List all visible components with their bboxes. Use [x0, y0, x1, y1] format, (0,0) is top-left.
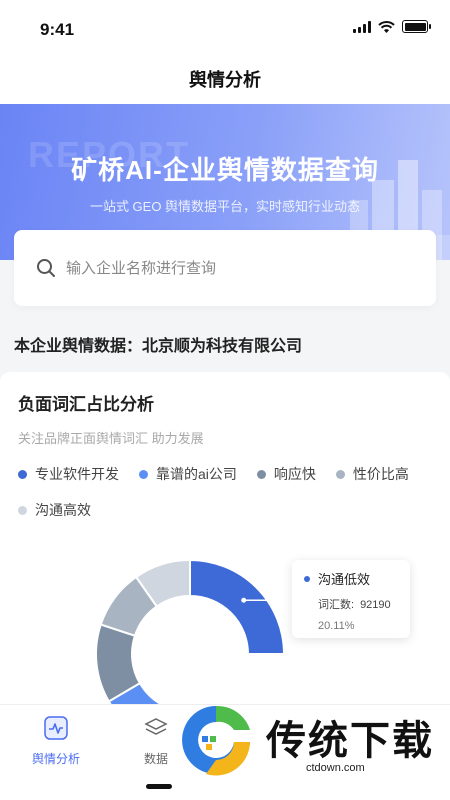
banner-title: 矿桥AI-企业舆情数据查询 [71, 155, 379, 185]
tooltip-series-name: 沟通低效 [318, 572, 371, 587]
watermark-emblem-icon [182, 705, 250, 776]
battery-icon [402, 20, 431, 33]
legend-label: 专业软件开发 [35, 466, 119, 482]
nav-bar: 舆情分析 [0, 56, 450, 104]
search-card[interactable] [14, 230, 436, 306]
legend-item[interactable]: 性价比高 [335, 464, 409, 484]
tooltip-dot [304, 575, 310, 582]
home-indicator [146, 784, 172, 789]
page-title: 舆情分析 [189, 70, 261, 90]
legend-item[interactable]: 靠谱的ai公司 [139, 464, 237, 484]
signal-icon [353, 20, 371, 33]
card-subtitle: 关注品牌正面舆情词汇 助力发展 [18, 431, 204, 446]
pulse-chart-icon [44, 716, 68, 740]
legend-item[interactable]: 响应快 [256, 464, 316, 484]
legend-dot [139, 469, 148, 479]
watermark-url: ctdown.com [306, 762, 365, 774]
tab-sentiment-analysis[interactable]: 舆情分析 [16, 715, 96, 767]
watermark-logo: 传统下载 ctdown.com [176, 700, 446, 784]
legend-label: 靠谱的ai公司 [156, 466, 237, 482]
status-icons [353, 20, 431, 33]
legend-item[interactable]: 专业软件开发 [18, 464, 119, 484]
donut-chart [95, 558, 292, 712]
legend-dot [256, 469, 266, 479]
legend-label: 性价比高 [352, 466, 409, 482]
legend-dot [18, 505, 27, 515]
donut-slice[interactable] [189, 558, 286, 655]
card-title: 负面词汇占比分析 [18, 395, 154, 414]
chart-legend: 专业软件开发 靠谱的ai公司 响应快 性价比高 沟通高效 [18, 464, 438, 520]
tooltip-count-value: 92190 [360, 599, 391, 611]
watermark-brand: 传统下载 [266, 719, 434, 763]
legend-item[interactable]: 沟通高效 [18, 500, 91, 520]
company-title: 本企业舆情数据：北京顺为科技有限公司 [14, 338, 303, 355]
status-bar: 9:41 [0, 0, 450, 56]
chart-tooltip: 沟通低效 词汇数: 92190 20.11% [292, 560, 410, 638]
status-time: 9:41 [40, 20, 75, 39]
banner-subtitle: 一站式 GEO 舆情数据平台，实时感知行业动态 [89, 199, 361, 214]
negative-word-analysis-card: 负面词汇占比分析 关注品牌正面舆情词汇 助力发展 专业软件开发 靠谱的ai公司 … [0, 372, 450, 712]
legend-label: 响应快 [273, 466, 316, 482]
tooltip-percent: 20.11% [318, 620, 355, 632]
tooltip-count-label: 词汇数: [318, 599, 355, 611]
layers-icon [144, 718, 168, 735]
wifi-icon [378, 20, 395, 33]
search-icon [37, 259, 55, 277]
tab-label: 舆情分析 [31, 752, 80, 766]
legend-label: 沟通高效 [35, 502, 91, 518]
company-search-input[interactable] [66, 259, 436, 277]
legend-dot [335, 469, 345, 479]
legend-dot [18, 469, 27, 479]
